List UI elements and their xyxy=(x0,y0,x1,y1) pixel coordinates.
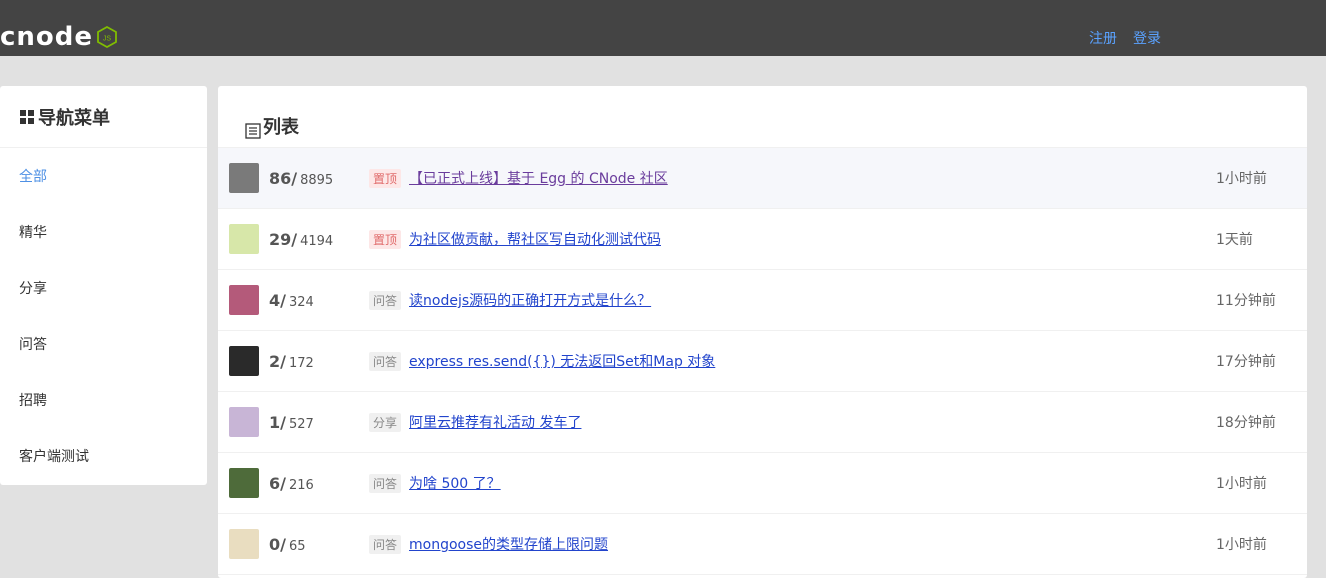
reply-count: 1 xyxy=(269,412,281,432)
svg-text:JS: JS xyxy=(103,36,112,43)
count-separator: / xyxy=(280,534,286,554)
count-separator: / xyxy=(291,229,298,249)
reply-count: 2 xyxy=(269,351,281,371)
reply-visit-count: 4/324 xyxy=(269,291,314,310)
list-header: 列表 xyxy=(218,86,1307,148)
sidebar-item-1[interactable]: 精华 xyxy=(0,204,207,260)
reply-visit-count: 29/4194 xyxy=(269,230,333,249)
topic-title-link[interactable]: 为社区做贡献，帮社区写自动化测试代码 xyxy=(409,229,661,249)
grid-icon xyxy=(20,109,34,124)
topic-tag: 问答 xyxy=(369,534,402,554)
reply-count: 86 xyxy=(269,168,292,188)
user-avatar[interactable] xyxy=(229,529,259,559)
top-navbar: cnode JS 注册 登录 xyxy=(0,0,1326,56)
topic-title-link[interactable]: mongoose的类型存储上限问题 xyxy=(409,534,608,554)
topic-title-link[interactable]: 为啥 500 了？ xyxy=(409,473,501,493)
sidebar-item-2[interactable]: 分享 xyxy=(0,260,207,316)
last-reply-time: 17分钟前 xyxy=(1216,354,1276,370)
sidebar-item-4[interactable]: 招聘 xyxy=(0,372,207,428)
reply-count: 0 xyxy=(269,534,281,554)
visit-count: 65 xyxy=(288,538,306,554)
reply-visit-count: 6/216 xyxy=(269,474,314,493)
topic-row: 1/527 分享 阿里云推荐有礼活动 发车了 18分钟前 xyxy=(218,392,1307,453)
last-reply-time: 1小时前 xyxy=(1216,171,1267,187)
user-avatar[interactable] xyxy=(229,285,259,315)
topic-list-panel: 列表 86/8895 置顶 【已正式上线】基于 Egg 的 CNode 社区 1小时前… xyxy=(218,86,1307,578)
sidebar-nav: 导航菜单 全部 精华 分享 问答 招聘 客户端测试 xyxy=(0,86,207,485)
topic-tag: 问答 xyxy=(369,473,402,493)
topic-title-link[interactable]: 读nodejs源码的正确打开方式是什么？ xyxy=(409,290,651,310)
topic-row: 0/65 问答 mongoose的类型存储上限问题 1小时前 xyxy=(218,514,1307,575)
user-avatar[interactable] xyxy=(229,346,259,376)
count-separator: / xyxy=(280,412,286,432)
login-link[interactable]: 登录 xyxy=(1133,28,1161,48)
count-separator: / xyxy=(280,473,286,493)
reply-visit-count: 2/172 xyxy=(269,352,314,371)
topic-tag: 问答 xyxy=(369,351,402,371)
topic-tag: 置顶 xyxy=(369,229,402,249)
user-avatar[interactable] xyxy=(229,163,259,193)
reply-visit-count: 86/8895 xyxy=(269,169,333,188)
topic-tag: 置顶 xyxy=(369,168,402,188)
topic-title-link[interactable]: express res.send({}) 无法返回Set和Map 对象 xyxy=(409,351,715,371)
reply-visit-count: 0/65 xyxy=(269,535,306,554)
cnode-logo[interactable]: cnode JS xyxy=(0,18,140,56)
user-avatar[interactable] xyxy=(229,468,259,498)
reply-count: 29 xyxy=(269,229,292,249)
topic-row: 86/8895 置顶 【已正式上线】基于 Egg 的 CNode 社区 1小时前 xyxy=(218,148,1307,209)
topic-tag: 分享 xyxy=(369,412,402,432)
sidebar-item-5[interactable]: 客户端测试 xyxy=(0,428,207,484)
list-title: 列表 xyxy=(263,117,299,138)
visit-count: 8895 xyxy=(300,172,334,188)
last-reply-time: 1天前 xyxy=(1216,232,1253,248)
last-reply-time: 18分钟前 xyxy=(1216,415,1276,431)
last-reply-time: 11分钟前 xyxy=(1216,293,1276,309)
topic-row: 29/4194 置顶 为社区做贡献，帮社区写自动化测试代码 1天前 xyxy=(218,209,1307,270)
js-hex-icon: JS xyxy=(97,26,117,48)
reply-count: 4 xyxy=(269,290,281,310)
user-avatar[interactable] xyxy=(229,407,259,437)
user-avatar[interactable] xyxy=(229,224,259,254)
register-link[interactable]: 注册 xyxy=(1089,28,1117,48)
topic-row: 2/172 问答 express res.send({}) 无法返回Set和Map … xyxy=(218,331,1307,392)
visit-count: 172 xyxy=(288,355,314,371)
sidebar-item-0[interactable]: 全部 xyxy=(0,148,207,204)
logo-text: cnode xyxy=(0,22,94,52)
count-separator: / xyxy=(280,290,286,310)
topic-row: 4/324 问答 读nodejs源码的正确打开方式是什么？ 11分钟前 xyxy=(218,270,1307,331)
sidebar-header: 导航菜单 xyxy=(0,86,207,148)
sidebar-item-3[interactable]: 问答 xyxy=(0,316,207,372)
last-reply-time: 1小时前 xyxy=(1216,476,1267,492)
reply-visit-count: 1/527 xyxy=(269,413,314,432)
visit-count: 216 xyxy=(288,477,314,493)
last-reply-time: 1小时前 xyxy=(1216,537,1267,553)
topic-tag: 问答 xyxy=(369,290,402,310)
visit-count: 324 xyxy=(288,294,314,310)
count-separator: / xyxy=(280,351,286,371)
sidebar-title: 导航菜单 xyxy=(38,107,110,129)
topic-title-link[interactable]: 阿里云推荐有礼活动 发车了 xyxy=(409,412,581,432)
count-separator: / xyxy=(291,168,298,188)
visit-count: 4194 xyxy=(300,233,334,249)
reply-count: 6 xyxy=(269,473,281,493)
topic-title-link[interactable]: 【已正式上线】基于 Egg 的 CNode 社区 xyxy=(409,168,668,188)
list-icon xyxy=(245,123,261,139)
visit-count: 527 xyxy=(288,416,314,432)
topic-row: 6/216 问答 为啥 500 了？ 1小时前 xyxy=(218,453,1307,514)
